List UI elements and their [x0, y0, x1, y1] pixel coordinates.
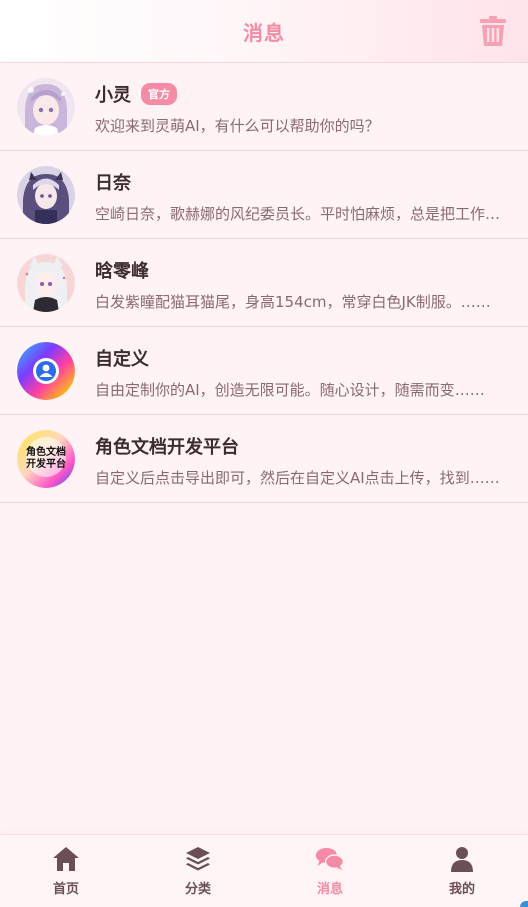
- tab-category[interactable]: 分类: [132, 835, 264, 907]
- tab-label: 消息: [316, 882, 343, 897]
- name-row: 晗零峰: [95, 257, 149, 283]
- chat-preview: 白发紫瞳配猫耳猫尾，身高154cm，常穿白色JK制服。……: [95, 293, 491, 311]
- chat-preview: 自由定制你的AI，创造无限可能。随心设计，随需而变……: [95, 381, 485, 399]
- home-icon: [53, 847, 79, 871]
- chat-icon: [315, 847, 344, 871]
- chat-preview: 空崎日奈，歌赫娜的风纪委员长。平时怕麻烦，总是把工作放在第一位……: [95, 205, 508, 223]
- chat-item-custom[interactable]: 自定义 自由定制你的AI，创造无限可能。随心设计，随需而变……: [0, 327, 528, 415]
- page-title: 消息: [243, 20, 285, 45]
- tab-label: 分类: [184, 882, 211, 897]
- tab-profile[interactable]: 我的: [396, 835, 528, 907]
- avatar-text-line1: 角色文档: [26, 445, 66, 458]
- name-row: 角色文档开发平台: [95, 433, 239, 459]
- tab-label: 我的: [448, 882, 475, 897]
- chat-name: 日奈: [95, 173, 131, 194]
- chat-item-hanlingfeng[interactable]: 晗零峰 白发紫瞳配猫耳猫尾，身高154cm，常穿白色JK制服。……: [0, 239, 528, 327]
- tab-messages[interactable]: 消息: [264, 835, 396, 907]
- avatar: 角色文档 开发平台: [17, 430, 75, 488]
- official-badge: 官方: [141, 83, 177, 105]
- avatar: [17, 254, 75, 312]
- chat-name: 角色文档开发平台: [95, 437, 239, 458]
- avatar: [17, 78, 75, 136]
- chat-list: 小灵 官方 欢迎来到灵萌AI，有什么可以帮助你的吗？ 日奈 空崎日奈，歌赫娜的风…: [0, 63, 528, 503]
- chat-item-rinai[interactable]: 日奈 空崎日奈，歌赫娜的风纪委员长。平时怕麻烦，总是把工作放在第一位……: [0, 151, 528, 239]
- header: 消息: [0, 0, 528, 63]
- avatar-text-line2: 开发平台: [26, 457, 66, 470]
- corner-indicator: [520, 901, 528, 907]
- avatar: [17, 342, 75, 400]
- trash-icon[interactable]: [480, 16, 506, 46]
- chat-preview: 自定义后点击导出即可，然后在自定义AI点击上传，找到……: [95, 469, 500, 487]
- tab-home[interactable]: 首页: [0, 835, 132, 907]
- chat-item-xiaoling[interactable]: 小灵 官方 欢迎来到灵萌AI，有什么可以帮助你的吗？: [0, 63, 528, 151]
- app-root: 消息 小灵 官方 欢迎来到灵萌AI，有什么可以帮助你的吗？ 日奈 空崎日奈，歌赫…: [0, 0, 528, 907]
- chat-preview: 欢迎来到灵萌AI，有什么可以帮助你的吗？: [95, 117, 380, 135]
- name-row: 日奈: [95, 169, 131, 195]
- chat-item-doc-platform[interactable]: 角色文档 开发平台 角色文档开发平台 自定义后点击导出即可，然后在自定义AI点击…: [0, 415, 528, 503]
- chat-name: 自定义: [95, 349, 149, 370]
- chat-name: 小灵: [95, 85, 131, 106]
- layers-icon: [186, 847, 210, 871]
- name-row: 自定义: [95, 345, 149, 371]
- chat-name: 晗零峰: [95, 261, 149, 282]
- avatar: [17, 166, 75, 224]
- bottom-tab-bar: 首页 分类 消息 我的: [0, 834, 528, 907]
- tab-label: 首页: [52, 882, 79, 897]
- name-row: 小灵 官方: [95, 81, 177, 107]
- user-icon: [451, 847, 473, 872]
